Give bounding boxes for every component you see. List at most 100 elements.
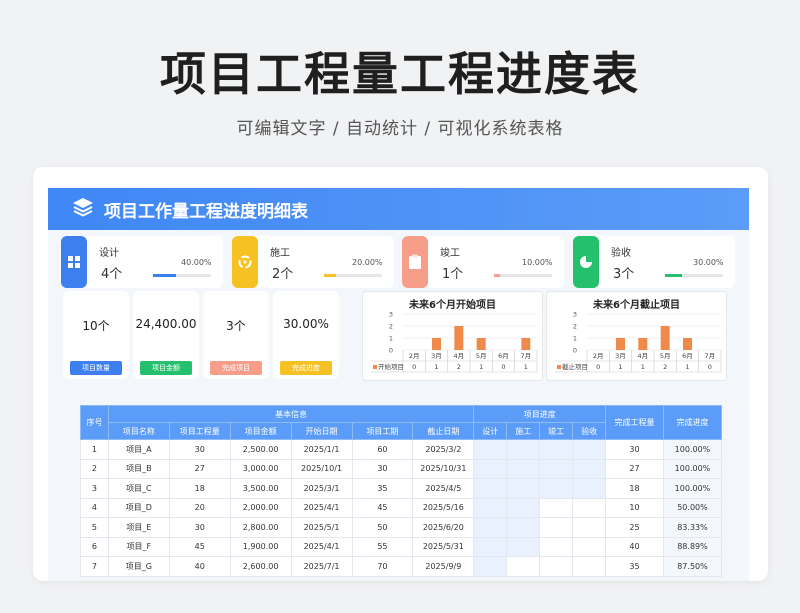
cell-start[interactable]: 2025/7/1 [290,556,353,577]
cell-name[interactable]: 项目_B [107,458,170,479]
cell-qty[interactable]: 45 [168,536,231,557]
x-tick-label: 4月 [638,352,649,360]
cell-accept[interactable] [572,517,607,538]
cell-days[interactable]: 55 [351,536,414,557]
cell-build[interactable] [506,439,541,460]
cell-design[interactable] [473,517,508,538]
cell-name[interactable]: 项目_G [107,556,170,577]
cell-build[interactable] [506,517,541,538]
cell-qty[interactable]: 20 [168,497,231,518]
cell-days[interactable]: 50 [351,517,414,538]
cell-build[interactable] [506,458,541,479]
cell-index[interactable]: 2 [80,458,109,479]
stage-card-build: 施工 2个 20.00% [232,236,394,288]
cell-amount[interactable]: 1,900.00 [229,536,292,557]
cell-done-qty[interactable]: 35 [605,556,664,577]
cell-accept[interactable] [572,556,607,577]
page-title: 项目工程量工程进度表 [160,47,640,101]
cell-build[interactable] [506,497,541,518]
cell-amount[interactable]: 3,500.00 [229,478,292,499]
cell-name[interactable]: 项目_F [107,536,170,557]
cell-build[interactable] [506,556,541,577]
cell-days[interactable]: 35 [351,478,414,499]
cell-build[interactable] [506,478,541,499]
cell-qty[interactable]: 40 [168,556,231,577]
cell-accept[interactable] [572,497,607,518]
cell-qty[interactable]: 27 [168,458,231,479]
cell-index[interactable]: 1 [80,439,109,460]
cell-index[interactable]: 3 [80,478,109,499]
cell-index[interactable]: 5 [80,517,109,538]
cell-name[interactable]: 项目_D [107,497,170,518]
cell-done-pct[interactable]: 83.33% [662,517,723,538]
cell-end[interactable]: 2025/5/31 [412,536,475,557]
cell-done-qty[interactable]: 10 [605,497,664,518]
cell-end[interactable]: 2025/6/20 [412,517,475,538]
cell-complete[interactable] [539,517,574,538]
cell-name[interactable]: 项目_C [107,478,170,499]
cell-amount[interactable]: 2,800.00 [229,517,292,538]
cell-start[interactable]: 2025/4/1 [290,536,353,557]
cell-done-pct[interactable]: 87.50% [662,556,723,577]
cell-complete[interactable] [539,497,574,518]
stage-percent: 20.00% [352,258,383,267]
cell-accept[interactable] [572,478,607,499]
cell-start[interactable]: 2025/1/1 [290,439,353,460]
cell-complete[interactable] [539,536,574,557]
cell-complete[interactable] [539,458,574,479]
cell-done-qty[interactable]: 27 [605,458,664,479]
cell-done-qty[interactable]: 30 [605,439,664,460]
cell-complete[interactable] [539,556,574,577]
cell-days[interactable]: 70 [351,556,414,577]
cell-index[interactable]: 6 [80,536,109,557]
cell-complete[interactable] [539,478,574,499]
pie-icon [573,236,599,288]
cell-start[interactable]: 2025/3/1 [290,478,353,499]
cell-done-qty[interactable]: 40 [605,536,664,557]
cell-done-pct[interactable]: 100.00% [662,458,723,479]
cell-design[interactable] [473,458,508,479]
cell-amount[interactable]: 2,500.00 [229,439,292,460]
cell-days[interactable]: 30 [351,458,414,479]
cell-index[interactable]: 7 [80,556,109,577]
cell-index[interactable]: 4 [80,497,109,518]
cell-amount[interactable]: 2,000.00 [229,497,292,518]
cell-design[interactable] [473,439,508,460]
cell-end[interactable]: 2025/4/5 [412,478,475,499]
cell-end[interactable]: 2025/10/31 [412,458,475,479]
cell-end[interactable]: 2025/5/16 [412,497,475,518]
cell-done-pct[interactable]: 100.00% [662,478,723,499]
cell-end[interactable]: 2025/3/2 [412,439,475,460]
cell-end[interactable]: 2025/9/9 [412,556,475,577]
cell-design[interactable] [473,497,508,518]
cell-start[interactable]: 2025/10/1 [290,458,353,479]
cell-accept[interactable] [572,439,607,460]
data-table-value: 1 [641,363,645,371]
cell-design[interactable] [473,536,508,557]
cell-build[interactable] [506,536,541,557]
clipboard-icon [402,236,428,288]
cell-done-pct[interactable]: 50.00% [662,497,723,518]
cell-design[interactable] [473,556,508,577]
cell-amount[interactable]: 3,000.00 [229,458,292,479]
cell-qty[interactable]: 18 [168,478,231,499]
cell-done-qty[interactable]: 25 [605,517,664,538]
data-table-value: 1 [524,363,528,371]
cell-name[interactable]: 项目_E [107,517,170,538]
cell-name[interactable]: 项目_A [107,439,170,460]
cell-design[interactable] [473,478,508,499]
cell-accept[interactable] [572,458,607,479]
cell-start[interactable]: 2025/4/1 [290,497,353,518]
header-days: 项目工期 [351,422,414,440]
cell-days[interactable]: 60 [351,439,414,460]
cell-days[interactable]: 45 [351,497,414,518]
cell-qty[interactable]: 30 [168,517,231,538]
cell-qty[interactable]: 30 [168,439,231,460]
cell-complete[interactable] [539,439,574,460]
cell-done-pct[interactable]: 100.00% [662,439,723,460]
cell-done-pct[interactable]: 88.89% [662,536,723,557]
cell-done-qty[interactable]: 18 [605,478,664,499]
cell-amount[interactable]: 2,600.00 [229,556,292,577]
cell-accept[interactable] [572,536,607,557]
cell-start[interactable]: 2025/5/1 [290,517,353,538]
